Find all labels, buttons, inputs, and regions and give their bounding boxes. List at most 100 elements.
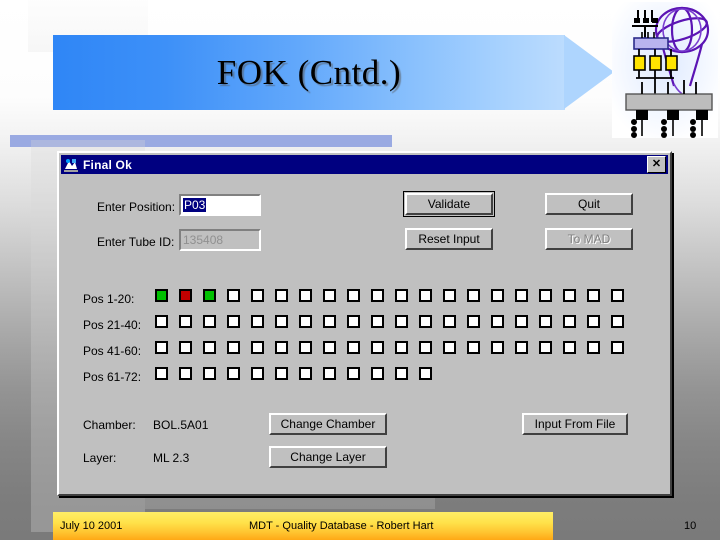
to-mad-button[interactable]: To MAD xyxy=(545,228,633,250)
position-checkbox[interactable] xyxy=(275,315,288,328)
enter-position-label: Enter Position: xyxy=(97,200,176,214)
position-checkbox[interactable] xyxy=(347,315,360,328)
position-checkbox[interactable] xyxy=(539,341,552,354)
position-checkbox[interactable] xyxy=(467,289,480,302)
position-checkbox[interactable] xyxy=(371,341,384,354)
position-checkbox[interactable] xyxy=(323,315,336,328)
enter-position-value: P03 xyxy=(183,198,207,212)
position-checkbox[interactable] xyxy=(155,289,168,302)
position-checkbox[interactable] xyxy=(491,289,504,302)
input-from-file-button[interactable]: Input From File xyxy=(522,413,628,435)
change-layer-button[interactable]: Change Layer xyxy=(269,446,387,468)
position-checkbox[interactable] xyxy=(395,289,408,302)
position-checkbox[interactable] xyxy=(539,289,552,302)
position-grid-row-4 xyxy=(155,367,432,380)
position-checkbox[interactable] xyxy=(587,315,600,328)
enter-tube-id-input[interactable]: 135408 xyxy=(179,229,261,251)
position-checkbox[interactable] xyxy=(491,341,504,354)
position-checkbox[interactable] xyxy=(371,367,384,380)
position-checkbox[interactable] xyxy=(563,341,576,354)
position-checkbox[interactable] xyxy=(179,367,192,380)
position-checkbox[interactable] xyxy=(251,367,264,380)
position-checkbox[interactable] xyxy=(419,367,432,380)
position-checkbox[interactable] xyxy=(227,341,240,354)
footer-page-number: 10 xyxy=(684,520,697,532)
position-checkbox[interactable] xyxy=(227,289,240,302)
position-checkbox[interactable] xyxy=(203,367,216,380)
position-checkbox[interactable] xyxy=(467,341,480,354)
position-checkbox[interactable] xyxy=(587,341,600,354)
position-checkbox[interactable] xyxy=(611,315,624,328)
position-checkbox[interactable] xyxy=(155,367,168,380)
pos-row-label-4: Pos 61-72: xyxy=(83,370,142,384)
position-checkbox[interactable] xyxy=(419,341,432,354)
position-checkbox[interactable] xyxy=(299,289,312,302)
position-checkbox[interactable] xyxy=(611,289,624,302)
position-checkbox[interactable] xyxy=(299,315,312,328)
position-checkbox[interactable] xyxy=(491,315,504,328)
position-checkbox[interactable] xyxy=(347,367,360,380)
position-checkbox[interactable] xyxy=(395,315,408,328)
position-checkbox[interactable] xyxy=(371,315,384,328)
chamber-label: Chamber: xyxy=(83,418,136,432)
position-checkbox[interactable] xyxy=(275,367,288,380)
application-icon xyxy=(63,156,79,173)
position-checkbox[interactable] xyxy=(203,315,216,328)
position-checkbox[interactable] xyxy=(179,289,192,302)
enter-tube-id-label: Enter Tube ID: xyxy=(97,235,175,249)
quit-button[interactable]: Quit xyxy=(545,193,633,215)
position-checkbox[interactable] xyxy=(203,289,216,302)
page-title: FOK (Cntd.) xyxy=(216,52,402,92)
position-checkbox[interactable] xyxy=(563,289,576,302)
position-checkbox[interactable] xyxy=(323,289,336,302)
dialog-titlebar[interactable]: Final Ok ✕ xyxy=(61,155,668,174)
position-checkbox[interactable] xyxy=(275,289,288,302)
position-checkbox[interactable] xyxy=(347,289,360,302)
change-chamber-button[interactable]: Change Chamber xyxy=(269,413,387,435)
layer-label: Layer: xyxy=(83,451,117,465)
enter-tube-id-value: 135408 xyxy=(183,233,224,247)
position-checkbox[interactable] xyxy=(179,341,192,354)
position-checkbox[interactable] xyxy=(563,315,576,328)
position-checkbox[interactable] xyxy=(251,315,264,328)
position-checkbox[interactable] xyxy=(347,341,360,354)
position-checkbox[interactable] xyxy=(539,315,552,328)
position-checkbox[interactable] xyxy=(443,315,456,328)
validate-button[interactable]: Validate xyxy=(403,191,495,217)
footer-date: July 10 2001 xyxy=(60,520,123,532)
position-checkbox[interactable] xyxy=(251,341,264,354)
title-banner: FOK (Cntd.) xyxy=(53,35,614,110)
position-checkbox[interactable] xyxy=(155,315,168,328)
position-checkbox[interactable] xyxy=(251,289,264,302)
position-checkbox[interactable] xyxy=(323,341,336,354)
position-checkbox[interactable] xyxy=(179,315,192,328)
position-checkbox[interactable] xyxy=(203,341,216,354)
position-checkbox[interactable] xyxy=(515,289,528,302)
position-checkbox[interactable] xyxy=(155,341,168,354)
close-icon[interactable]: ✕ xyxy=(647,156,666,173)
position-checkbox[interactable] xyxy=(299,341,312,354)
position-checkbox[interactable] xyxy=(611,341,624,354)
position-checkbox[interactable] xyxy=(467,315,480,328)
position-checkbox[interactable] xyxy=(395,367,408,380)
pos-row-label-2: Pos 21-40: xyxy=(83,318,142,332)
reset-input-button[interactable]: Reset Input xyxy=(405,228,493,250)
position-checkbox[interactable] xyxy=(419,315,432,328)
position-checkbox[interactable] xyxy=(323,367,336,380)
position-checkbox[interactable] xyxy=(275,341,288,354)
position-checkbox[interactable] xyxy=(443,289,456,302)
position-checkbox[interactable] xyxy=(419,289,432,302)
position-checkbox[interactable] xyxy=(371,289,384,302)
position-checkbox[interactable] xyxy=(227,367,240,380)
position-checkbox[interactable] xyxy=(299,367,312,380)
enter-position-input[interactable]: P03 xyxy=(179,194,261,216)
dialog-body: Enter Position: P03 Enter Tube ID: 13540… xyxy=(61,174,668,492)
position-checkbox[interactable] xyxy=(515,341,528,354)
position-checkbox[interactable] xyxy=(515,315,528,328)
dialog-title: Final Ok xyxy=(83,157,132,172)
position-checkbox[interactable] xyxy=(395,341,408,354)
position-checkbox[interactable] xyxy=(587,289,600,302)
position-checkbox[interactable] xyxy=(443,341,456,354)
final-ok-dialog: Final Ok ✕ Enter Position: P03 Enter Tub… xyxy=(57,151,672,496)
position-checkbox[interactable] xyxy=(227,315,240,328)
